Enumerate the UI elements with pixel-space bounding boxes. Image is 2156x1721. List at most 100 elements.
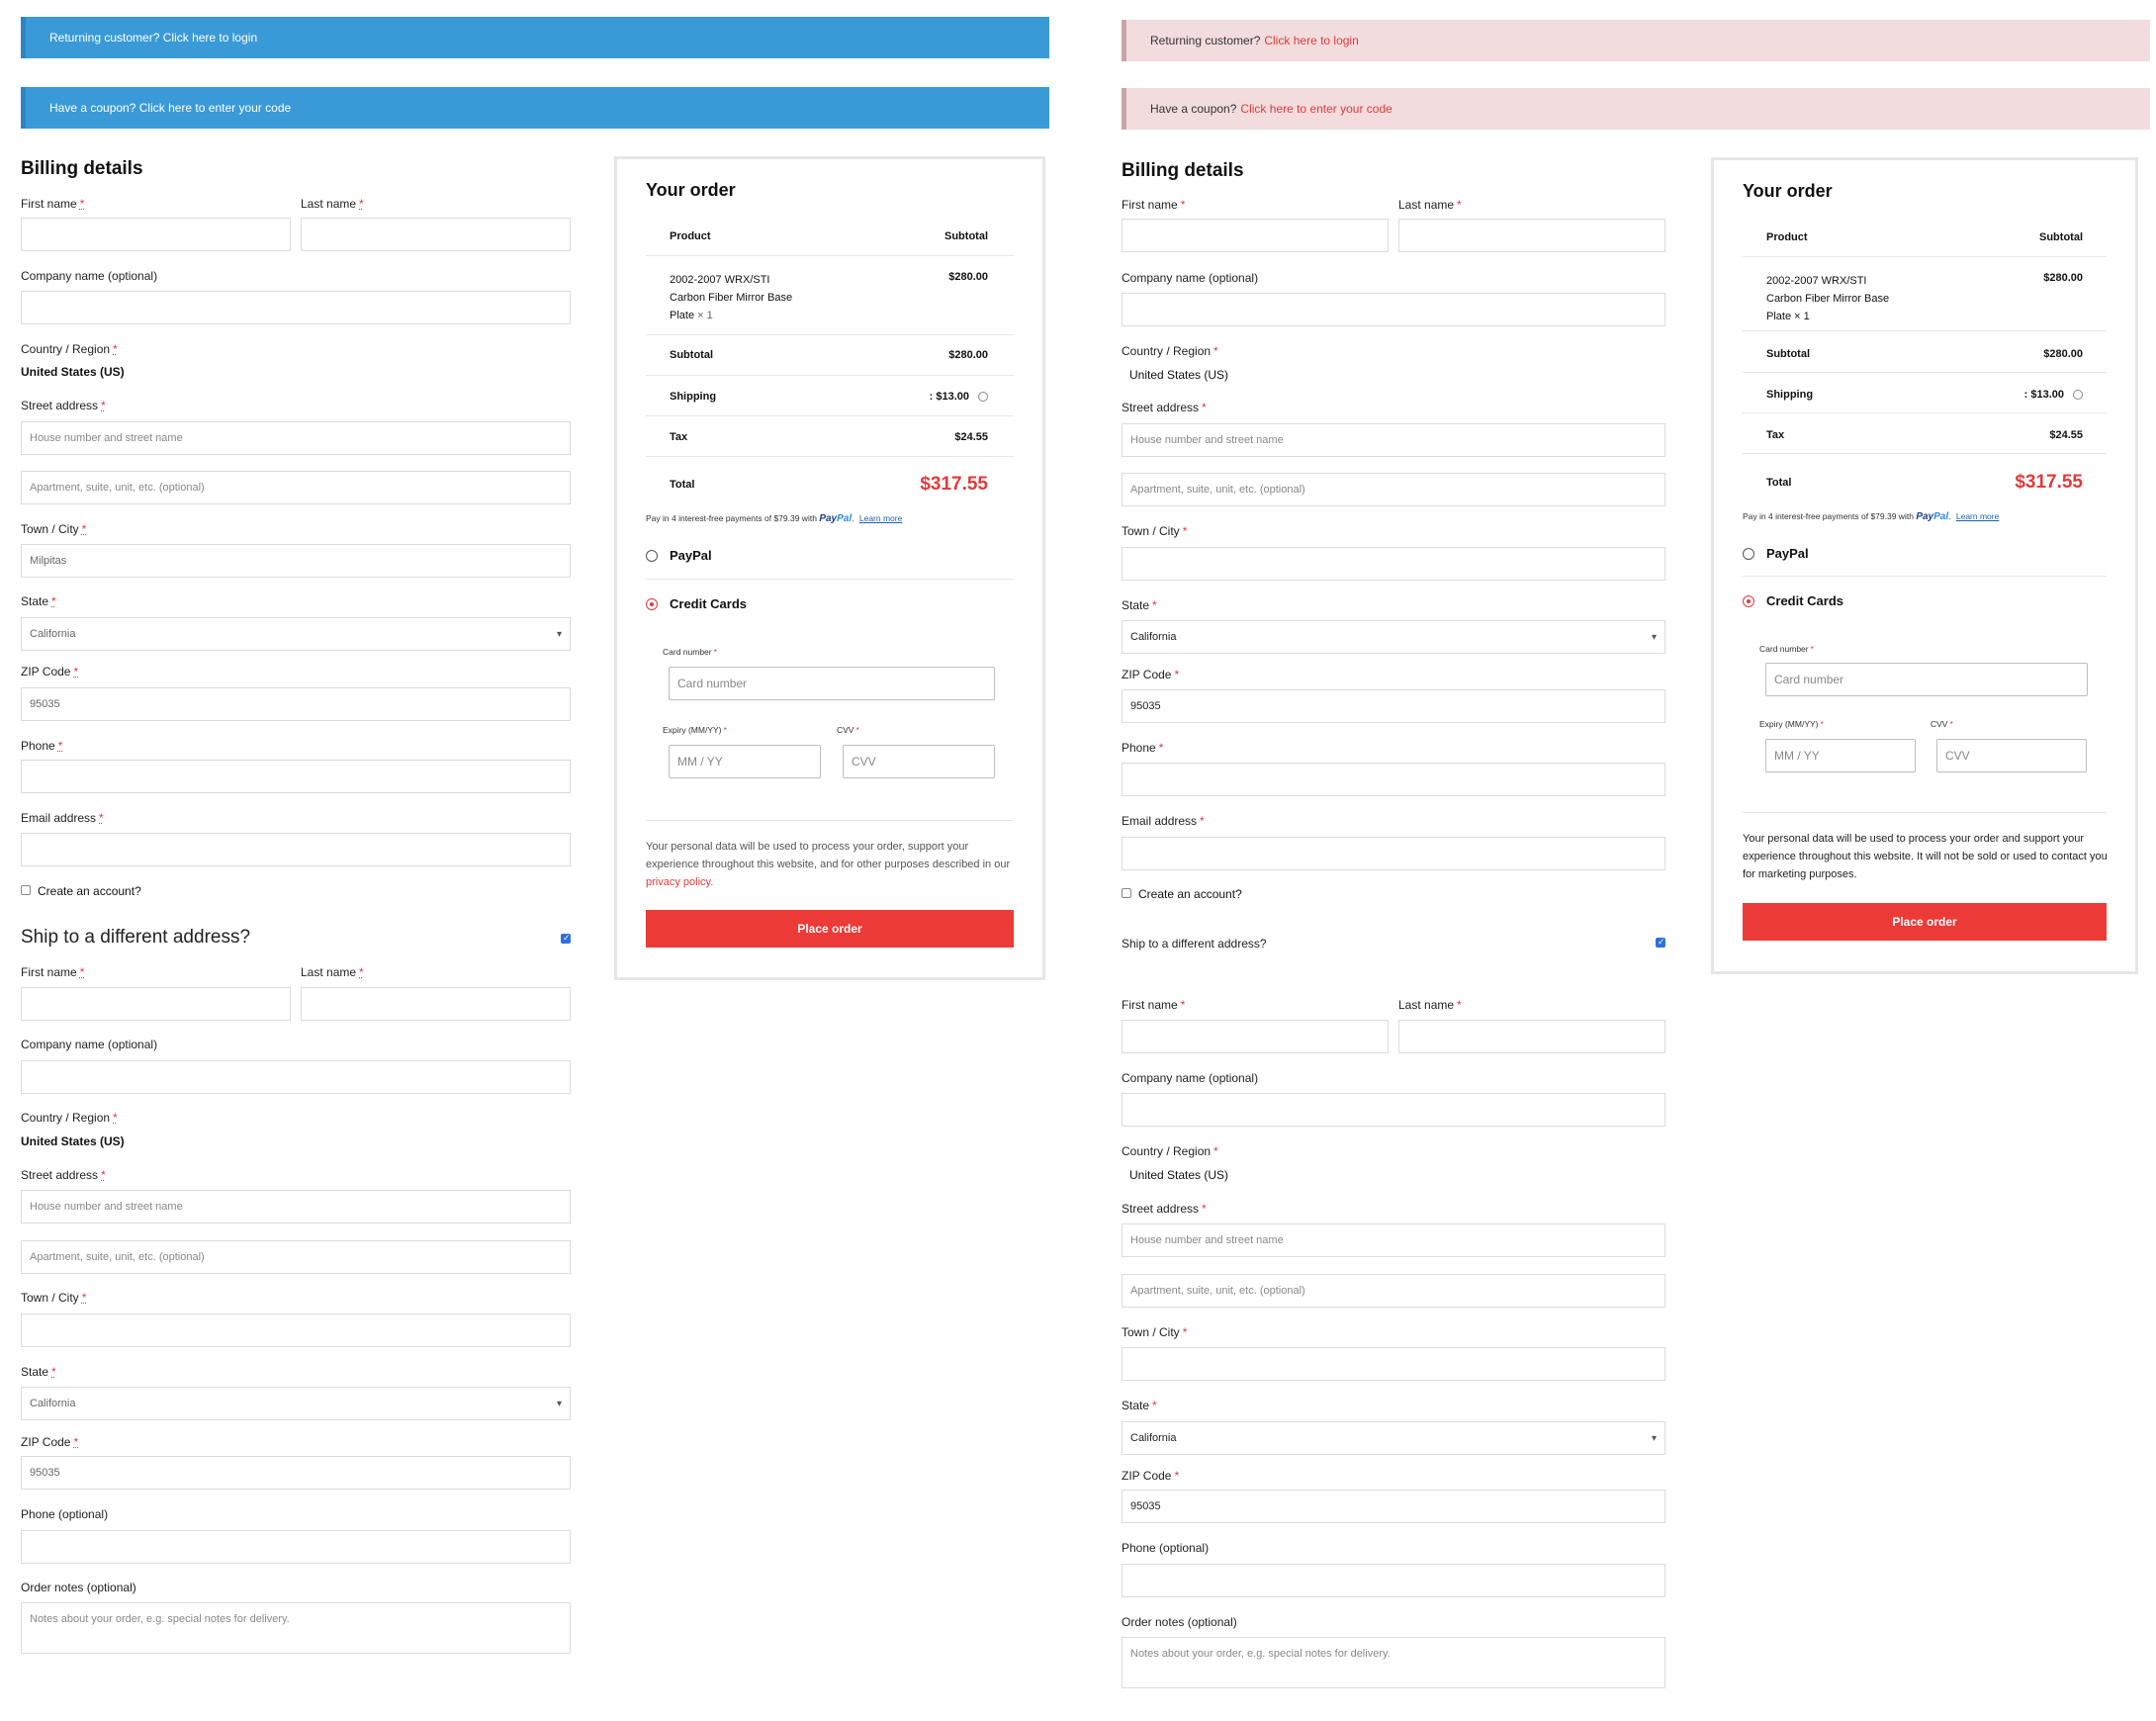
zip-input[interactable]: 95035	[21, 687, 571, 721]
phone-input[interactable]	[21, 760, 571, 793]
ship-phone-label: Phone (optional)	[21, 1507, 109, 1521]
subtotal-value: $280.00	[948, 349, 988, 361]
state-select[interactable]: California	[1122, 620, 1665, 654]
credit-cards-radio[interactable]	[646, 598, 658, 610]
tax-label: Tax	[1766, 429, 1785, 441]
ship-zip-label: ZIP Code *	[1122, 1469, 1180, 1483]
country-label: Country / Region *	[21, 342, 118, 356]
credit-cards-radio[interactable]	[1743, 595, 1754, 607]
ship-different-checkbox[interactable]	[1656, 937, 1665, 948]
paypal-logo: PayPal	[819, 513, 853, 524]
city-input[interactable]: Milpitas	[21, 544, 571, 578]
street-label: Street address *	[21, 399, 106, 412]
last-name-input[interactable]	[1398, 219, 1665, 252]
phone-input[interactable]	[1122, 763, 1665, 796]
card-number-input[interactable]: Card number	[669, 667, 995, 700]
zip-input[interactable]: 95035	[1122, 689, 1665, 723]
zip-label: ZIP Code *	[1122, 668, 1180, 681]
email-label: Email address *	[21, 811, 104, 825]
place-order-button[interactable]: Place order	[1743, 903, 2107, 941]
company-label: Company name (optional)	[1122, 271, 1259, 285]
ship-apartment-input[interactable]: Apartment, suite, unit, etc. (optional)	[1122, 1274, 1665, 1308]
apartment-input[interactable]: Apartment, suite, unit, etc. (optional)	[21, 471, 571, 504]
cvv-label: CVV *	[1931, 719, 1953, 729]
ship-street-input[interactable]: House number and street name	[21, 1190, 571, 1223]
paypal-radio[interactable]	[646, 550, 658, 562]
ship-street-input[interactable]: House number and street name	[1122, 1223, 1665, 1257]
divider	[646, 579, 1014, 580]
first-name-input[interactable]	[1122, 219, 1389, 252]
divider	[646, 375, 1014, 376]
ship-city-input[interactable]	[1122, 1347, 1665, 1381]
state-select[interactable]: California	[21, 617, 571, 651]
coupon-notice[interactable]: Have a coupon? Click here to enter your …	[21, 87, 1049, 129]
ship-first-name-input[interactable]	[1122, 1020, 1389, 1053]
learn-more-link[interactable]: Learn more	[859, 513, 902, 523]
coupon-link[interactable]: Click here to enter your code	[1240, 102, 1392, 116]
apartment-input[interactable]: Apartment, suite, unit, etc. (optional)	[1122, 473, 1665, 506]
ship-first-name-input[interactable]	[21, 987, 291, 1021]
login-link[interactable]: Click here to login	[1264, 34, 1358, 47]
paypal-method-label[interactable]: PayPal	[670, 548, 712, 563]
credit-cards-method-label[interactable]: Credit Cards	[1766, 593, 1843, 608]
ship-state-select[interactable]: California	[1122, 1421, 1665, 1455]
ship-company-input[interactable]	[21, 1060, 571, 1094]
ship-zip-input[interactable]: 95035	[1122, 1490, 1665, 1523]
order-item-price: $280.00	[948, 271, 988, 283]
ship-state-label: State *	[21, 1365, 56, 1379]
shipping-radio[interactable]	[978, 392, 988, 402]
credit-cards-method-label[interactable]: Credit Cards	[670, 596, 747, 611]
ship-phone-input[interactable]	[21, 1530, 571, 1564]
last-name-label: Last name *	[1398, 198, 1462, 212]
expiry-input[interactable]: MM / YY	[1765, 739, 1916, 772]
paypal-method-label[interactable]: PayPal	[1766, 546, 1809, 561]
ship-phone-input[interactable]	[1122, 1564, 1665, 1597]
company-input[interactable]	[21, 291, 571, 324]
card-number-input[interactable]: Card number	[1765, 663, 2088, 696]
order-notes-textarea[interactable]: Notes about your order, e.g. special not…	[21, 1602, 571, 1654]
returning-customer-notice[interactable]: Returning customer? Click here to login	[21, 17, 1049, 58]
create-account-checkbox[interactable]	[1122, 888, 1131, 898]
coupon-link[interactable]: Click here to enter your code	[139, 101, 291, 115]
ship-different-checkbox[interactable]	[561, 933, 571, 944]
expiry-input[interactable]: MM / YY	[669, 745, 821, 778]
street-input[interactable]: House number and street name	[21, 421, 571, 455]
privacy-notice: Your personal data will be used to proce…	[646, 841, 1011, 888]
paypal-radio[interactable]	[1743, 548, 1754, 560]
country-value: United States (US)	[21, 365, 125, 379]
shipping-label: Shipping	[1766, 389, 1814, 401]
email-input[interactable]	[1122, 837, 1665, 870]
ship-last-name-input[interactable]	[301, 987, 571, 1021]
cvv-input[interactable]: CVV	[1936, 739, 2087, 772]
divider	[1743, 256, 2107, 257]
ship-different-title: Ship to a different address?	[1122, 937, 1267, 951]
create-account-checkbox[interactable]	[21, 885, 31, 895]
email-input[interactable]	[21, 833, 571, 866]
ship-last-name-input[interactable]	[1398, 1020, 1665, 1053]
order-notes-textarea[interactable]: Notes about your order, e.g. special not…	[1122, 1637, 1665, 1688]
coupon-notice[interactable]: Have a coupon? Click here to enter your c…	[1122, 88, 2150, 130]
ship-company-input[interactable]	[1122, 1093, 1665, 1127]
company-input[interactable]	[1122, 293, 1665, 326]
street-input[interactable]: House number and street name	[1122, 423, 1665, 457]
first-name-input[interactable]	[21, 218, 291, 251]
last-name-input[interactable]	[301, 218, 571, 251]
ship-city-input[interactable]	[21, 1313, 571, 1347]
tax-value: $24.55	[954, 431, 988, 443]
tax-label: Tax	[670, 431, 688, 443]
total-label: Total	[1766, 477, 1792, 489]
shipping-radio[interactable]	[2073, 390, 2083, 400]
learn-more-link[interactable]: Learn more	[1956, 511, 1999, 521]
ship-zip-input[interactable]: 95035	[21, 1456, 571, 1490]
place-order-button[interactable]: Place order	[646, 910, 1014, 948]
billing-title: Billing details	[21, 158, 143, 179]
ship-apartment-input[interactable]: Apartment, suite, unit, etc. (optional)	[21, 1240, 571, 1274]
city-input[interactable]	[1122, 547, 1665, 581]
ship-state-select[interactable]: California	[21, 1387, 571, 1420]
company-label: Company name (optional)	[21, 269, 158, 283]
privacy-policy-link[interactable]: privacy policy.	[646, 876, 713, 888]
cvv-input[interactable]: CVV	[843, 745, 995, 778]
login-link[interactable]: Click here to login	[163, 31, 257, 45]
col-product: Product	[670, 230, 711, 242]
returning-customer-notice[interactable]: Returning customer? Click here to login	[1122, 20, 2150, 61]
